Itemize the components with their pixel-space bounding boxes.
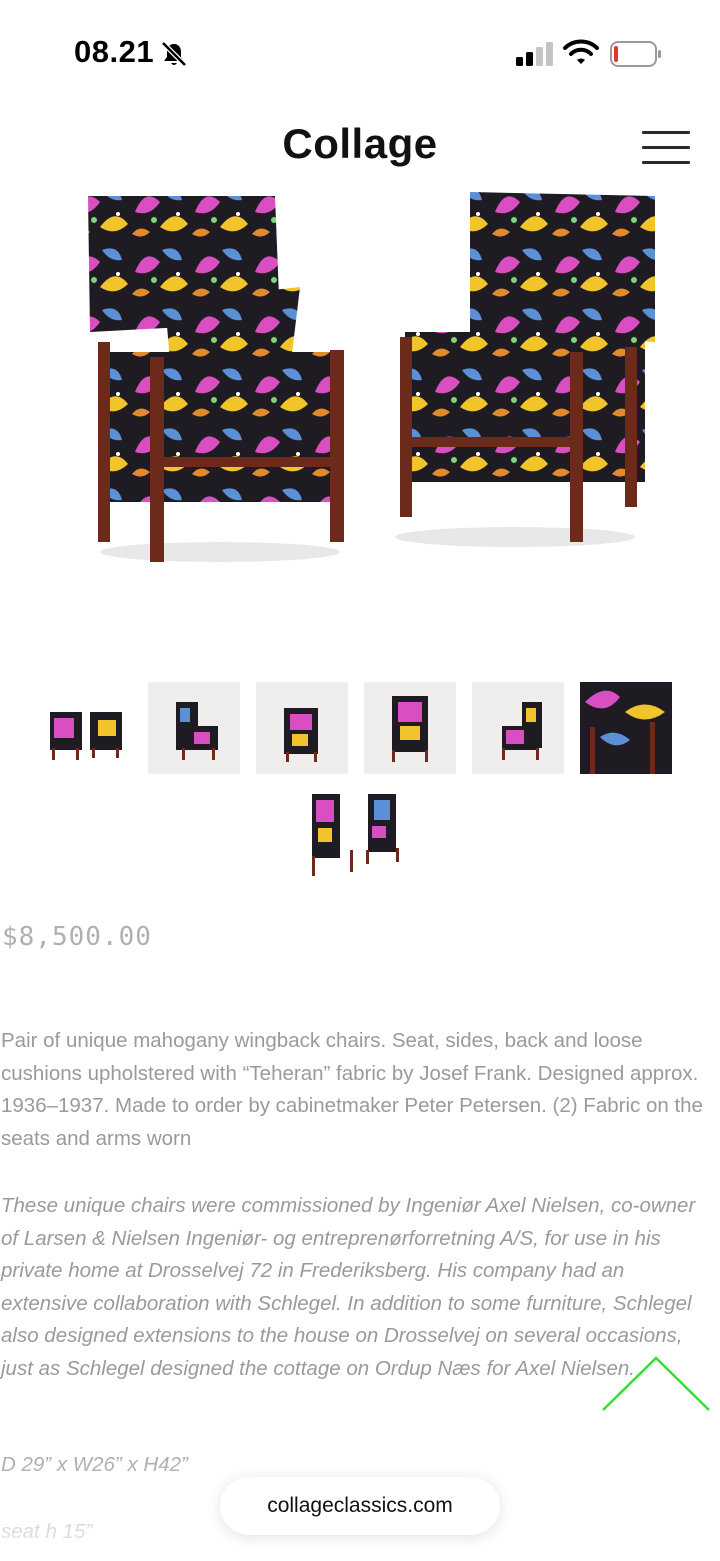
thumbnail-6[interactable] — [580, 682, 672, 774]
product-price: $8,500.00 — [2, 922, 152, 952]
thumbnail-4[interactable] — [364, 682, 456, 774]
product-main-image[interactable] — [70, 182, 670, 582]
clock: 08.21 — [74, 34, 155, 69]
bell-slash-icon — [161, 41, 187, 67]
product-dimensions: D 29” x W26” x H42” — [1, 1453, 188, 1476]
hamburger-menu-icon[interactable] — [642, 131, 690, 167]
browser-address-bar[interactable]: collageclassics.com — [220, 1477, 500, 1535]
thumbnail-5[interactable] — [472, 682, 564, 774]
product-seat-height: seat h 15” — [1, 1520, 93, 1543]
thumbnail-3[interactable] — [256, 682, 348, 774]
cellular-signal-icon — [516, 42, 553, 66]
site-logo[interactable]: Collage — [0, 120, 720, 168]
thumbnail-1[interactable] — [40, 682, 132, 774]
product-description: Pair of unique mahogany wingback chairs.… — [1, 1029, 703, 1150]
wifi-icon — [563, 39, 599, 64]
chevron-up-icon[interactable] — [600, 1352, 712, 1414]
status-bar: 08.21 — [0, 0, 720, 100]
thumbnail-2[interactable] — [148, 682, 240, 774]
battery-icon — [610, 41, 661, 67]
thumbnail-7[interactable] — [310, 790, 402, 882]
